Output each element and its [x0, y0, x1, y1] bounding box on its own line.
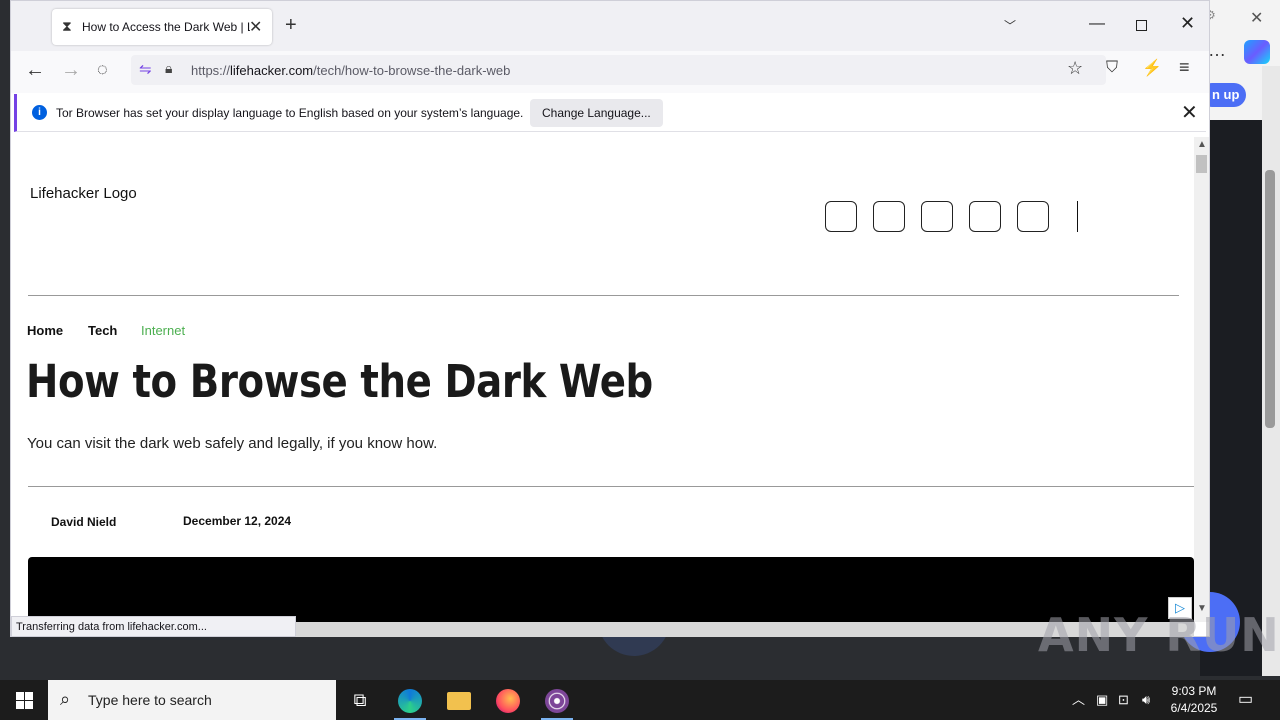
- maximize-icon[interactable]: [1136, 20, 1147, 31]
- volume-icon[interactable]: 🔊︎: [1142, 680, 1150, 720]
- new-identity-broom-icon[interactable]: ⚡: [1142, 58, 1162, 78]
- header-icon-1[interactable]: [825, 201, 857, 232]
- network-icon[interactable]: ⊡: [1118, 680, 1129, 720]
- breadcrumb-internet[interactable]: Internet: [141, 323, 185, 338]
- url-text[interactable]: https://lifehacker.com/tech/how-to-brows…: [191, 63, 510, 78]
- window-close-icon[interactable]: ✕: [1180, 13, 1195, 34]
- hourglass-icon: ⧗: [62, 18, 72, 34]
- tor-browser-window: ⧗ How to Access the Dark Web | L ✕ + ﹀ —…: [10, 0, 1210, 637]
- publish-date: December 12, 2024: [183, 514, 292, 528]
- lock-icon[interactable]: 🔒︎: [165, 60, 172, 77]
- breadcrumb-tech[interactable]: Tech: [88, 323, 117, 338]
- header-icon-5[interactable]: [1017, 201, 1049, 232]
- tab-title: How to Access the Dark Web | L: [82, 20, 250, 34]
- byline-rule: [28, 486, 1194, 487]
- firefox-icon[interactable]: [484, 680, 532, 720]
- bookmark-star-icon[interactable]: ☆: [1067, 58, 1083, 79]
- loading-spinner-icon[interactable]: ◌: [97, 59, 108, 80]
- background-close-icon[interactable]: ✕: [1250, 8, 1263, 28]
- language-notification-bar: i Tor Browser has set your display langu…: [14, 94, 1206, 132]
- url-domain: lifehacker.com: [230, 63, 314, 78]
- tor-browser-icon[interactable]: [533, 680, 581, 720]
- status-bar: Transferring data from lifehacker.com...: [11, 616, 296, 637]
- background-more-icon[interactable]: …: [1208, 40, 1226, 61]
- article-title: How to Browse the Dark Web: [26, 355, 653, 408]
- minimize-icon[interactable]: —: [1089, 15, 1105, 33]
- header-rule: [28, 295, 1179, 296]
- video-player[interactable]: [28, 557, 1194, 622]
- url-bar[interactable]: ⇋ 🔒︎ https://lifehacker.com/tech/how-to-…: [131, 55, 1106, 85]
- taskbar-search-box[interactable]: ⌕ Type here to search: [48, 680, 336, 720]
- file-explorer-icon[interactable]: [435, 680, 483, 720]
- taskbar: ⌕ Type here to search ⧉ ︿ ▣ ⊡ 🔊︎ 9:03 PM…: [0, 680, 1280, 720]
- search-icon: ⌕: [60, 689, 71, 709]
- anyrun-watermark: ANY RUN: [1038, 608, 1280, 662]
- tab-bar: ⧗ How to Access the Dark Web | L ✕ + ﹀ —…: [11, 1, 1209, 51]
- url-prefix: https://: [191, 63, 231, 78]
- article-dek: You can visit the dark web safely and le…: [27, 435, 438, 452]
- search-placeholder: Type here to search: [88, 692, 212, 708]
- scroll-up-icon[interactable]: ▲: [1197, 139, 1207, 150]
- header-icon-2[interactable]: [873, 201, 905, 232]
- site-logo[interactable]: Lifehacker Logo: [30, 185, 137, 202]
- background-scrollbar-thumb[interactable]: [1265, 170, 1275, 428]
- header-icon-4[interactable]: [969, 201, 1001, 232]
- breadcrumb-home[interactable]: Home: [27, 323, 63, 338]
- chevron-down-icon[interactable]: ﹀: [1004, 17, 1016, 34]
- system-clock[interactable]: 9:03 PM 6/4/2025: [1160, 683, 1228, 717]
- scroll-thumb[interactable]: [1196, 155, 1207, 173]
- notification-text: Tor Browser has set your display languag…: [56, 106, 524, 120]
- web-page-content: Lifehacker Logo Home Tech Internet How t…: [12, 137, 1194, 622]
- clock-time: 9:03 PM: [1171, 684, 1217, 698]
- back-arrow-icon[interactable]: ←: [25, 59, 45, 82]
- shield-icon[interactable]: ⛉: [1106, 59, 1118, 77]
- tab-close-icon[interactable]: ✕: [249, 17, 262, 37]
- windows-start-icon[interactable]: [0, 680, 48, 720]
- header-icon-3[interactable]: [921, 201, 953, 232]
- copilot-icon[interactable]: [1244, 40, 1270, 64]
- header-divider: [1077, 201, 1078, 232]
- task-view-icon[interactable]: ⧉: [336, 680, 384, 720]
- device-icon[interactable]: ▣: [1096, 680, 1108, 720]
- hamburger-menu-icon[interactable]: ≡: [1179, 57, 1190, 78]
- info-icon: i: [32, 105, 47, 120]
- new-tab-icon[interactable]: +: [285, 15, 297, 35]
- url-path: /tech/how-to-browse-the-dark-web: [313, 63, 511, 78]
- edge-icon[interactable]: [386, 680, 434, 720]
- notification-center-icon[interactable]: ▭: [1238, 680, 1253, 720]
- forward-arrow-icon[interactable]: →: [61, 59, 81, 82]
- tray-chevron-icon[interactable]: ︿: [1072, 680, 1085, 720]
- tor-circuit-icon[interactable]: ⇋: [139, 60, 152, 78]
- clock-date: 6/4/2025: [1170, 701, 1218, 715]
- nav-bar: ← → ◌ ⇋ 🔒︎ https://lifehacker.com/tech/h…: [11, 51, 1209, 93]
- notification-close-icon[interactable]: ✕: [1181, 100, 1198, 125]
- tab-active[interactable]: ⧗ How to Access the Dark Web | L ✕: [52, 9, 272, 45]
- author-name[interactable]: David Nield: [51, 515, 116, 529]
- page-vertical-scrollbar[interactable]: ▲ ▼: [1194, 137, 1209, 622]
- change-language-button[interactable]: Change Language...: [530, 99, 663, 127]
